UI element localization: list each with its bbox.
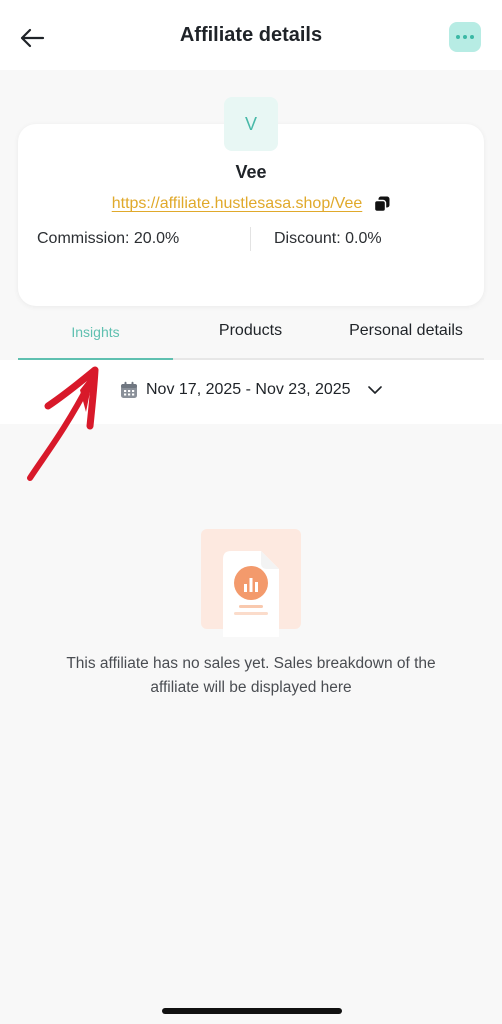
affiliate-card	[18, 124, 484, 306]
date-range-label: Nov 17, 2025 - Nov 23, 2025	[146, 381, 351, 398]
discount-value: Discount: 0.0%	[274, 230, 382, 247]
empty-state-message: This affiliate has no sales yet. Sales b…	[66, 655, 436, 696]
calendar-icon	[121, 381, 137, 398]
more-dot	[470, 35, 474, 39]
tab-products[interactable]: Products	[173, 322, 328, 340]
empty-sales-illustration	[201, 529, 301, 637]
stat-divider	[250, 227, 251, 251]
more-options-button[interactable]	[449, 22, 481, 52]
chevron-down-icon	[367, 386, 382, 394]
home-indicator	[162, 1008, 342, 1014]
affiliate-link[interactable]: https://affiliate.hustlesasa.shop/Vee	[112, 195, 363, 213]
tab-bar: Insights Products Personal details	[18, 316, 484, 360]
date-range-selector[interactable]: Nov 17, 2025 - Nov 23, 2025	[120, 381, 385, 399]
more-dot	[463, 35, 467, 39]
commission-value: Commission: 20.0%	[37, 230, 180, 247]
screen: Affiliate details V Vee https://affiliat…	[0, 0, 502, 1024]
top-bar: Affiliate details	[0, 0, 502, 70]
affiliate-link-row: https://affiliate.hustlesasa.shop/Vee	[0, 195, 502, 213]
tab-personal-details[interactable]: Personal details	[328, 322, 484, 340]
more-horizontal-icon	[456, 35, 460, 39]
tab-insights[interactable]: Insights	[18, 324, 173, 340]
annotation-arrow-icon	[27, 366, 99, 481]
copy-icon[interactable]	[374, 196, 390, 213]
affiliate-name: Vee	[235, 162, 267, 182]
avatar: V	[224, 97, 278, 151]
page-title: Affiliate details	[179, 24, 323, 46]
